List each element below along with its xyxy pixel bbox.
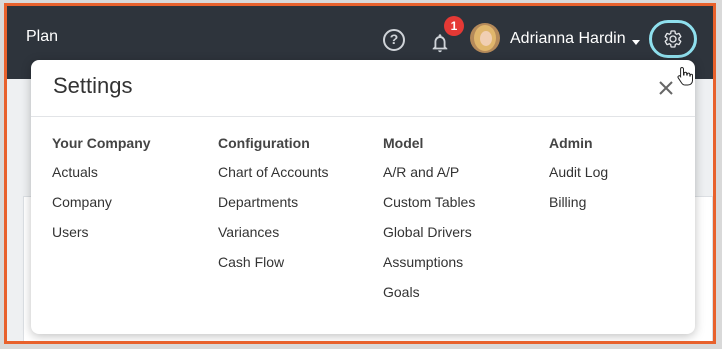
settings-button[interactable] [649, 20, 697, 58]
settings-title: Settings [53, 73, 133, 98]
menu-item-billing[interactable]: Billing [549, 195, 709, 225]
settings-column-model: Model A/R and A/P Custom Tables Global D… [383, 135, 543, 315]
settings-column-admin: Admin Audit Log Billing [549, 135, 709, 225]
menu-item-ar-and-ap[interactable]: A/R and A/P [383, 165, 543, 195]
menu-item-actuals[interactable]: Actuals [52, 165, 212, 195]
help-icon[interactable]: ? [383, 29, 405, 51]
close-icon[interactable] [656, 78, 676, 98]
app-window: Plan ? 1 Adrianna Hardin Settings Your C… [4, 3, 716, 344]
settings-column-your-company: Your Company Actuals Company Users [52, 135, 212, 255]
settings-column-configuration: Configuration Chart of Accounts Departme… [218, 135, 378, 285]
menu-item-cash-flow[interactable]: Cash Flow [218, 255, 378, 285]
menu-item-global-drivers[interactable]: Global Drivers [383, 225, 543, 255]
menu-item-goals[interactable]: Goals [383, 285, 543, 315]
user-menu-name[interactable]: Adrianna Hardin [510, 30, 626, 48]
settings-dropdown-panel: Settings Your Company Actuals Company Us… [31, 60, 695, 334]
menu-item-chart-of-accounts[interactable]: Chart of Accounts [218, 165, 378, 195]
bell-icon [432, 34, 448, 53]
settings-header: Settings [31, 60, 695, 117]
column-heading: Configuration [218, 135, 310, 151]
menu-item-variances[interactable]: Variances [218, 225, 378, 255]
column-heading: Your Company [52, 135, 151, 151]
menu-item-departments[interactable]: Departments [218, 195, 378, 225]
notification-count-badge: 1 [444, 16, 464, 36]
menu-item-assumptions[interactable]: Assumptions [383, 255, 543, 285]
gear-icon [664, 30, 682, 48]
user-avatar[interactable] [470, 23, 500, 53]
screenshot-frame: Plan ? 1 Adrianna Hardin Settings Your C… [0, 0, 722, 349]
menu-item-company[interactable]: Company [52, 195, 212, 225]
column-heading: Admin [549, 135, 593, 151]
menu-item-users[interactable]: Users [52, 225, 212, 255]
hand-pointer-icon [677, 66, 693, 86]
app-name: Plan [26, 28, 59, 45]
caret-down-icon[interactable] [632, 40, 640, 45]
column-heading: Model [383, 135, 424, 151]
avatar-face [480, 31, 492, 46]
menu-item-custom-tables[interactable]: Custom Tables [383, 195, 543, 225]
menu-item-audit-log[interactable]: Audit Log [549, 165, 709, 195]
